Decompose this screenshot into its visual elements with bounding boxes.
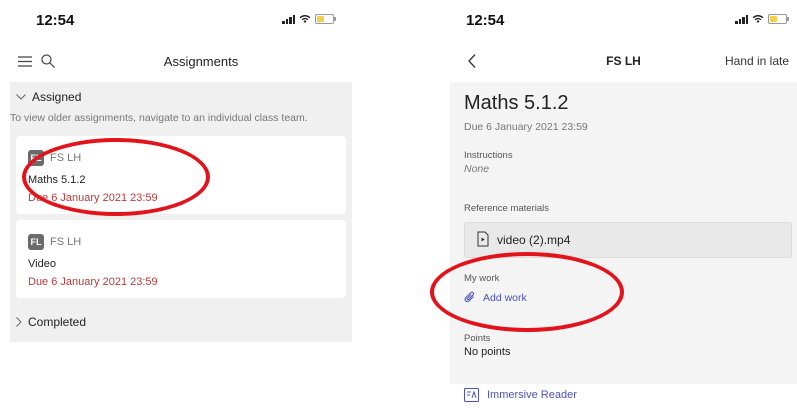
card-class: FL FS LH [28,234,81,250]
immersive-reader-label: Immersive Reader [487,389,577,401]
instructions-value: None [464,163,490,175]
hand-in-late-button[interactable]: Hand in late [725,54,789,68]
status-time: 12:54 [466,12,505,29]
annotation-circle [430,252,624,332]
reference-materials-label: Reference materials [464,203,550,214]
chevron-right-icon [16,317,22,327]
class-name: FS LH [50,236,82,248]
assigned-label: Assigned [32,90,82,104]
assigned-section-toggle[interactable]: Assigned [16,90,81,104]
assignments-header: Assignments [0,46,362,76]
detail-header: FS LH Hand in late [450,46,797,76]
wifi-icon [752,15,764,23]
immersive-reader-icon [464,388,479,402]
status-bar: 12:54 [0,0,362,44]
class-badge: FL [28,234,44,250]
chevron-down-icon [16,94,26,100]
video-file-icon [477,231,489,247]
system-icons [282,14,336,24]
assignments-screen: 12:54 Assignments Assigned To view older… [0,0,362,408]
wifi-icon [299,15,311,23]
file-name: video (2).mp4 [497,233,571,247]
assignment-detail-screen: 12:54 FS LH Hand in late Maths 5.1.2 Due… [430,0,797,408]
battery-icon [768,14,789,24]
annotation-circle [22,138,210,216]
page-title: Assignments [163,54,239,69]
signal-icon [282,14,295,24]
system-icons [735,14,789,24]
status-time: 12:54 [36,12,75,29]
completed-section-toggle[interactable]: Completed [16,315,86,329]
assignment-name: Video [28,258,56,270]
signal-icon [735,14,748,24]
assignment-title: Maths 5.1.2 [464,92,569,114]
points-label: Points [464,333,491,344]
points-value: No points [464,346,511,358]
battery-icon [315,14,336,24]
status-bar: 12:54 [450,0,797,44]
assignment-card-video[interactable]: FL FS LH Video Due 6 January 2021 23:59 [16,220,346,298]
assignment-due: Due 6 January 2021 23:59 [464,121,588,133]
completed-label: Completed [28,315,87,329]
assignment-due: Due 6 January 2021 23:59 [28,276,158,288]
older-assignments-hint: To view older assignments, navigate to a… [10,112,308,124]
instructions-label: Instructions [464,150,513,161]
immersive-reader-button[interactable]: Immersive Reader [464,388,577,402]
